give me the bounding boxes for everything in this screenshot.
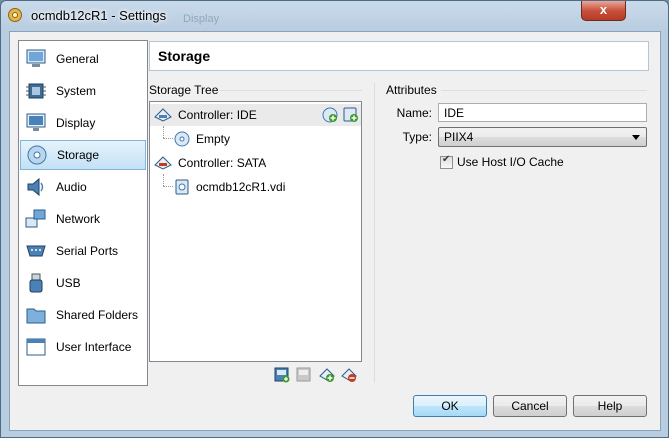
remove-attachment-icon[interactable] — [296, 367, 312, 383]
group-divider — [441, 90, 647, 91]
sidebar-item-system[interactable]: System — [20, 76, 146, 106]
name-field[interactable]: IDE — [438, 103, 647, 122]
sidebar-item-display[interactable]: Display — [20, 108, 146, 138]
tree-row-vdi-disk[interactable]: ocmdb12cR1.vdi — [150, 176, 285, 198]
type-select-value: PIIX4 — [444, 130, 474, 144]
use-host-io-cache-checkbox[interactable]: Use Host I/O Cache — [440, 154, 564, 169]
sidebar-item-label: User Interface — [56, 340, 132, 354]
window-icon — [24, 335, 48, 359]
background-window-ghost-text: Display — [183, 13, 220, 25]
sata-controller-icon — [154, 156, 172, 170]
tree-row-label: Controller: IDE — [178, 108, 257, 122]
folder-icon — [24, 303, 48, 327]
page-title-box: Storage — [149, 41, 649, 71]
ide-controller-icon — [154, 108, 172, 122]
type-select[interactable]: PIIX4 — [438, 127, 647, 147]
usb-icon — [24, 271, 48, 295]
network-icon — [24, 207, 48, 231]
name-label: Name: — [396, 106, 432, 120]
add-hard-disk-icon[interactable] — [343, 107, 359, 123]
sidebar-item-label: USB — [56, 276, 81, 290]
storage-tree[interactable]: Controller: IDE Empty Controller: SATA o… — [149, 101, 362, 362]
sidebar-item-label: Storage — [57, 148, 100, 162]
chip-icon — [24, 79, 48, 103]
checkbox-checked-icon[interactable] — [440, 154, 453, 169]
storage-tree-label: Storage Tree — [149, 83, 219, 97]
close-button[interactable]: x — [581, 1, 626, 21]
window-title: ocmdb12cR1 - Settings — [31, 8, 167, 23]
ok-button[interactable]: OK — [413, 395, 487, 417]
sidebar-item-serial-ports[interactable]: Serial Ports — [20, 236, 146, 266]
cancel-button[interactable]: Cancel — [493, 395, 567, 417]
help-button[interactable]: Help — [573, 395, 647, 417]
add-cd-icon[interactable] — [322, 107, 338, 123]
gear-icon — [8, 8, 22, 22]
page-title: Storage — [158, 48, 211, 64]
settings-sidebar: General System Display Storage Audio Net… — [18, 40, 148, 386]
attributes-label: Attributes — [386, 83, 437, 97]
group-divider — [220, 90, 362, 91]
sidebar-item-audio[interactable]: Audio — [20, 172, 146, 202]
dialog-client-area: General System Display Storage Audio Net… — [9, 31, 661, 431]
speaker-icon — [24, 175, 48, 199]
serial-port-icon — [24, 239, 48, 263]
sidebar-item-label: Serial Ports — [56, 244, 119, 258]
tree-row-empty-drive[interactable]: Empty — [150, 128, 230, 150]
sidebar-item-user-interface[interactable]: User Interface — [20, 332, 146, 362]
monitor-icon — [24, 111, 48, 135]
sidebar-item-label: Audio — [56, 180, 87, 194]
sidebar-item-label: System — [56, 84, 97, 98]
sidebar-item-label: General — [56, 52, 99, 66]
disk-icon — [25, 143, 49, 167]
optical-disc-icon — [174, 131, 190, 147]
general-icon — [24, 47, 48, 71]
title-bar[interactable]: ocmdb12cR1 - Settings Display x — [1, 1, 668, 31]
sidebar-item-storage[interactable]: Storage — [20, 140, 146, 170]
sidebar-item-shared-folders[interactable]: Shared Folders — [20, 300, 146, 330]
settings-window: ocmdb12cR1 - Settings Display x General … — [0, 0, 669, 438]
sidebar-item-general[interactable]: General — [20, 44, 146, 74]
tree-row-label: ocmdb12cR1.vdi — [196, 180, 286, 194]
sidebar-item-label: Shared Folders — [56, 308, 139, 322]
hard-disk-icon — [175, 179, 189, 195]
sidebar-item-network[interactable]: Network — [20, 204, 146, 234]
sidebar-item-label: Network — [56, 212, 101, 226]
add-controller-icon[interactable] — [319, 367, 335, 383]
use-host-io-cache-label: Use Host I/O Cache — [457, 155, 564, 169]
tree-row-label: Controller: SATA — [178, 156, 267, 170]
tree-row-controller-sata[interactable]: Controller: SATA — [150, 152, 266, 174]
remove-controller-icon[interactable] — [341, 367, 357, 383]
add-attachment-icon[interactable] — [274, 367, 290, 383]
sidebar-item-usb[interactable]: USB — [20, 268, 146, 298]
sidebar-item-label: Display — [56, 116, 96, 130]
type-label: Type: — [402, 130, 432, 144]
tree-row-label: Empty — [196, 132, 231, 146]
group-separator — [374, 83, 375, 383]
chevron-down-icon — [632, 135, 640, 140]
